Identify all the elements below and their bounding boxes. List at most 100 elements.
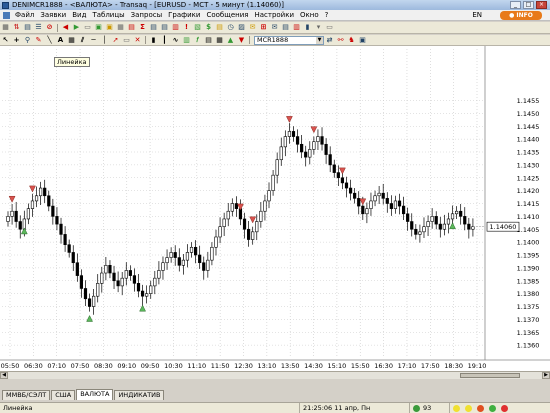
table-icon[interactable]: ▤ [23,24,32,32]
scroll-thumb[interactable] [460,373,520,378]
sell-icon[interactable]: ▼ [237,36,246,44]
scroll-right-arrow[interactable]: ▶ [542,372,550,379]
candle-body [434,216,438,225]
magnifier-icon[interactable]: ⚲ [23,36,32,44]
order-icon[interactable]: ▣ [94,24,103,32]
trendline-icon[interactable]: ╲ [45,36,54,44]
price-chart[interactable]: 1.1455 1.1450 1.1445 1.1440 1.1435 1.1430 1.14… [0,46,550,371]
tab-usa[interactable]: США [51,390,76,400]
horizontal-line-icon[interactable]: ─ [89,36,98,44]
menu-file[interactable]: Файл [12,11,37,19]
arrow-tool-icon[interactable]: ➚ [111,36,120,44]
y-tick-label: 1.1405 [517,226,540,234]
indicator-icon[interactable]: 𝑓 [193,36,202,44]
news-icon[interactable]: ▤ [127,24,136,32]
candle-body [47,195,51,207]
quotes-icon[interactable]: ▤ [160,24,169,32]
channel-icon[interactable]: ⫽ [78,36,87,44]
menu-view[interactable]: Вид [69,11,89,19]
document-icon[interactable]: ▭ [83,24,92,32]
candles-icon[interactable]: ▮ [149,36,158,44]
delete-objects-icon[interactable]: ✕ [133,36,142,44]
candle-body [234,203,238,209]
tooltip: Линейка [54,57,90,67]
vertical-line-icon[interactable]: │ [100,36,109,44]
pager-icon[interactable]: ▭ [325,24,334,32]
language-indicator[interactable]: EN [472,11,482,19]
dropdown-icon[interactable]: ▾ [314,24,323,32]
template-icon[interactable]: ▦ [215,36,224,44]
menu-orders[interactable]: Заявки [37,11,69,19]
alerts-icon[interactable]: ! [182,24,191,32]
history-icon[interactable]: ◷ [226,24,235,32]
back-arrow-icon[interactable]: ◀ [61,24,70,32]
candle-body [108,265,112,274]
close-button[interactable]: × [536,1,547,9]
filter-icon[interactable]: ⊞ [259,24,268,32]
bull-icon[interactable]: ♞ [347,36,356,44]
x-tick-label: 17:10 [398,362,417,370]
menu-messages[interactable]: Сообщения [203,11,251,19]
volume-icon[interactable]: ▥ [182,36,191,44]
analysis-icon[interactable]: ▥ [292,24,301,32]
menu-requests[interactable]: Запросы [128,11,165,19]
ticker-select[interactable]: MCR1888 ▼ [254,35,324,45]
stop-icon[interactable]: ⊘ [45,24,54,32]
buy-icon[interactable]: ▲ [226,36,235,44]
pencil-icon[interactable]: ✎ [34,36,43,44]
chart-link-icon[interactable]: ▣ [358,36,367,44]
properties-icon[interactable]: ▤ [204,36,213,44]
candle-body [279,146,283,161]
new-chart-icon[interactable]: ▧ [193,24,202,32]
maximize-button[interactable]: □ [523,1,534,9]
bars-icon[interactable]: ┃ [160,36,169,44]
ruler-icon[interactable]: ▭ [122,36,131,44]
money-icon[interactable]: $ [204,24,213,32]
line-chart-icon[interactable]: ∿ [171,36,180,44]
mail-icon[interactable]: ✉ [270,24,279,32]
depth-icon[interactable]: ▥ [171,24,180,32]
menu-window[interactable]: Окно [297,11,322,19]
text-tool-icon[interactable]: A [56,36,65,44]
candle-body [112,272,116,282]
scroll-left-arrow[interactable]: ◀ [0,372,8,379]
y-tick-label: 1.1420 [517,187,540,195]
status-count: 93 [423,404,432,412]
y-tick-label: 1.1415 [517,200,540,208]
tab-currency[interactable]: ВАЛЮТА [76,389,114,400]
chart-icon[interactable]: ▨ [237,24,246,32]
info-button[interactable]: ● INFO [500,11,542,20]
tab-indicative[interactable]: ИНДИКАТИВ [114,390,165,400]
chat-icon[interactable]: ✉ [248,24,257,32]
menu-settings[interactable]: Настройки [251,11,297,19]
candle-body [316,136,320,143]
tab-micex[interactable]: ММВБ/СЭЛТ [2,390,51,400]
chart-area[interactable]: 1.1455 1.1450 1.1445 1.1440 1.1435 1.1430 1.14… [0,46,550,371]
sync-icon[interactable]: ⇄ [325,36,334,44]
trades-icon[interactable]: ▤ [149,24,158,32]
bar-chart-icon[interactable]: ▮ [303,24,312,32]
calendar-icon[interactable]: ▦ [116,24,125,32]
menu-charts[interactable]: Графики [165,11,203,19]
buy-signal-icon [139,304,146,312]
crosshair-icon[interactable]: + [12,36,21,44]
candle-body [377,192,381,197]
menu-help[interactable]: ? [322,11,332,19]
minimize-button[interactable]: _ [510,1,521,9]
menu-tables[interactable]: Таблицы [89,11,127,19]
sort-icon[interactable]: ⇅ [12,24,21,32]
forward-arrow-icon[interactable]: ▶ [72,24,81,32]
horizontal-scrollbar[interactable]: ◀ ▶ [0,371,550,379]
list-icon[interactable]: ☰ [34,24,43,32]
portfolio-icon[interactable]: ▣ [105,24,114,32]
note-icon[interactable]: ▤ [215,24,224,32]
fibonacci-icon[interactable]: ▦ [67,36,76,44]
sum-icon[interactable]: Σ [138,24,147,32]
link-icon[interactable]: ⚯ [336,36,345,44]
news-feed-icon[interactable]: ▤ [281,24,290,32]
x-tick-label: 05:50 [1,362,20,370]
candle-body [295,136,300,145]
cursor-icon[interactable]: ↖ [1,36,10,44]
grid-icon[interactable]: ▦ [1,24,10,32]
chevron-down-icon[interactable]: ▼ [316,36,323,44]
